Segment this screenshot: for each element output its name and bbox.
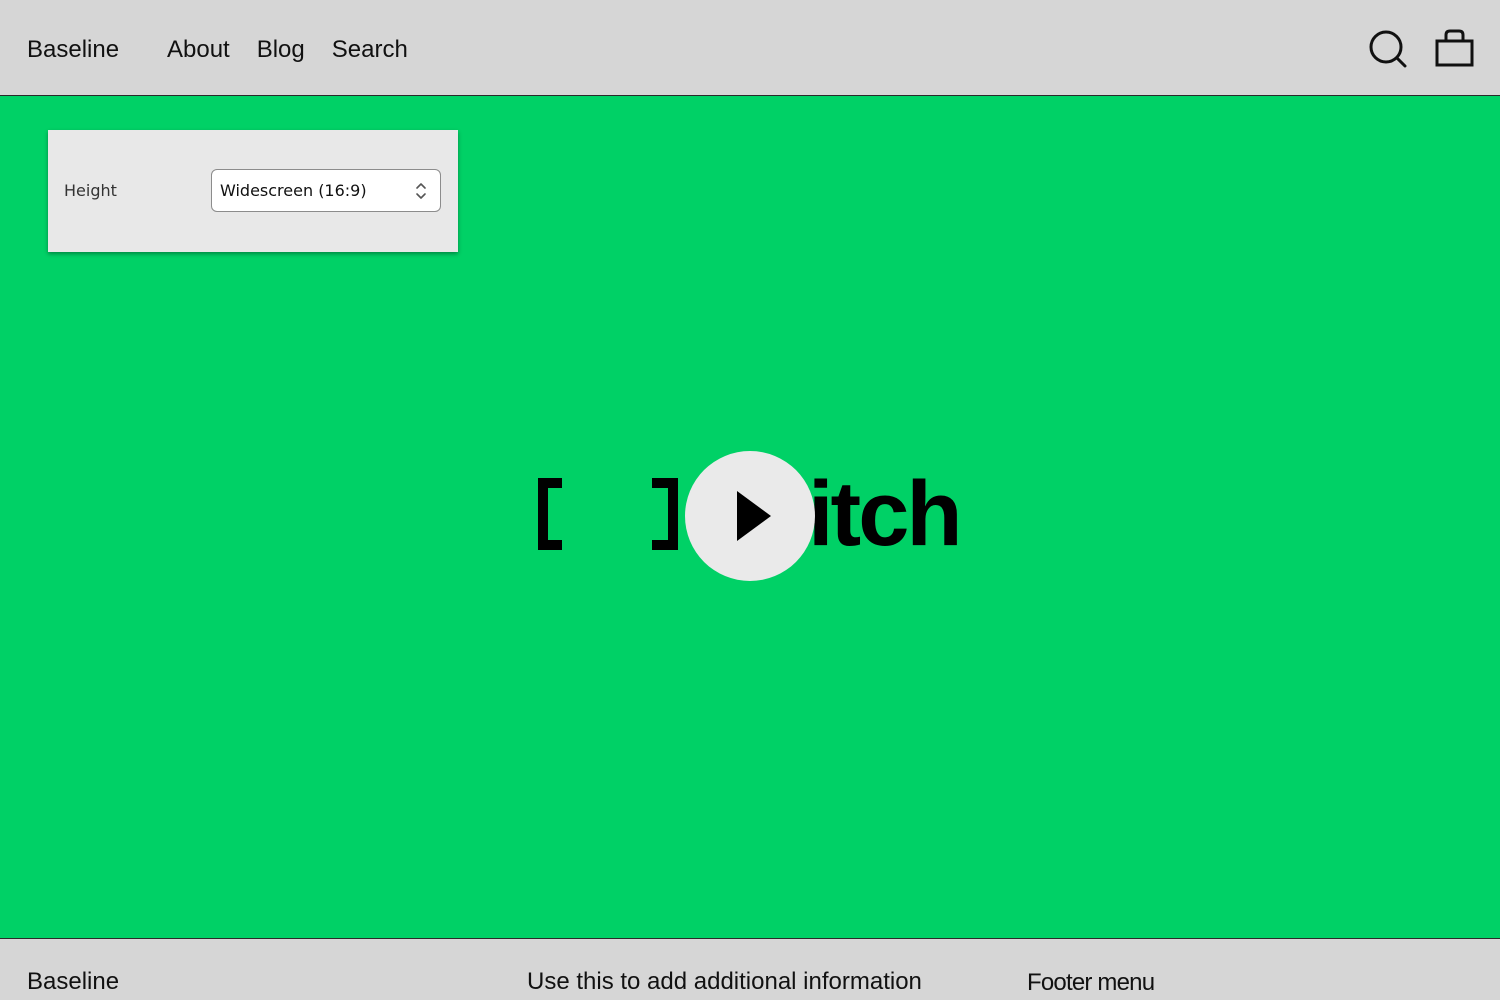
brackets-logo-icon	[538, 478, 683, 555]
search-icon[interactable]	[1368, 28, 1408, 70]
main-nav: About Blog Search	[167, 35, 408, 65]
site-header: Baseline About Blog Search	[0, 0, 1500, 96]
settings-panel: Height Widescreen (16:9)	[48, 130, 458, 252]
footer-menu-title: Footer menu	[1027, 969, 1155, 996]
brand-link[interactable]: Baseline	[27, 35, 119, 65]
footer-brand[interactable]: Baseline	[27, 967, 119, 997]
shopping-bag-icon[interactable]	[1435, 28, 1475, 70]
nav-link-about[interactable]: About	[167, 35, 230, 65]
play-button[interactable]	[685, 451, 815, 581]
footer-info-text: Use this to add additional information	[527, 968, 922, 995]
video-hero: Height Widescreen (16:9) itch	[0, 96, 1500, 939]
height-select[interactable]: Widescreen (16:9)	[211, 169, 441, 212]
logo-text: itch	[808, 463, 963, 565]
nav-link-search[interactable]: Search	[332, 35, 408, 65]
height-label: Height	[64, 181, 117, 200]
nav-link-blog[interactable]: Blog	[257, 35, 305, 65]
height-select-value: Widescreen (16:9)	[220, 181, 367, 200]
chevron-up-down-icon	[415, 181, 427, 201]
play-icon	[737, 491, 771, 541]
